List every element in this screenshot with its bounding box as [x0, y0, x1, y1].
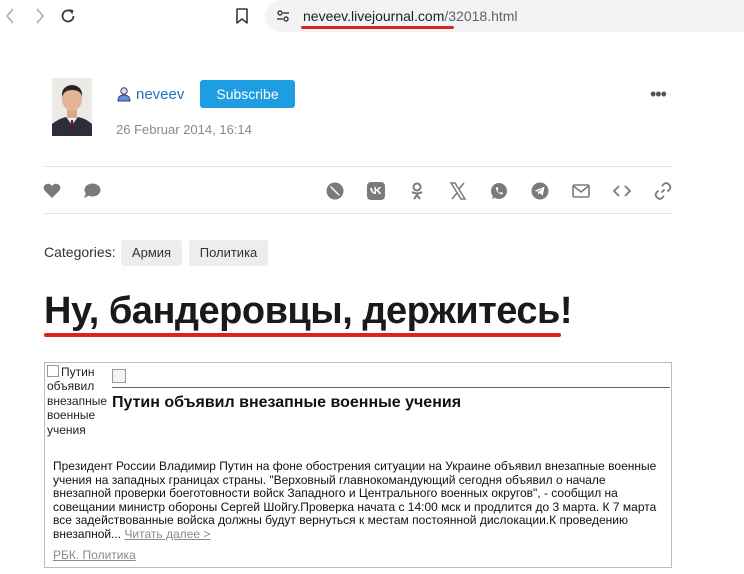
user-icon — [117, 87, 131, 102]
bookmark-button[interactable] — [234, 7, 250, 25]
telegram-icon[interactable] — [530, 181, 550, 201]
divider — [44, 213, 672, 214]
heart-icon[interactable] — [42, 181, 62, 201]
url-path: /32018.html — [444, 8, 518, 24]
broken-image-icon — [47, 365, 59, 377]
avatar-photo — [52, 78, 92, 136]
forward-button[interactable] — [30, 6, 50, 26]
post-title: Ну, бандеровцы, держитесь! — [44, 290, 573, 332]
vk-icon[interactable] — [366, 181, 386, 201]
post-date: 26 Februar 2014, 16:14 — [116, 122, 252, 137]
whatsapp-icon[interactable] — [489, 181, 509, 201]
url-text[interactable]: neveev.livejournal.com/32018.html — [303, 8, 518, 24]
category-tag[interactable]: Армия — [121, 240, 182, 266]
email-icon[interactable] — [571, 181, 591, 201]
author-row: neveev — [116, 84, 184, 104]
more-options-button[interactable]: ••• — [650, 84, 668, 104]
embedded-news-card: Путин объявил внезапные военные учения П… — [44, 362, 672, 568]
categories-label: Categories: — [44, 244, 116, 260]
browser-toolbar: neveev.livejournal.com/32018.html — [0, 0, 744, 34]
divider — [44, 166, 672, 167]
author-name[interactable]: neveev — [136, 86, 184, 103]
url-host: neveev.livejournal.com — [303, 8, 445, 24]
livejournal-icon[interactable] — [325, 181, 345, 201]
divider — [112, 387, 670, 388]
forward-arrow-icon — [36, 8, 45, 24]
broken-image-icon — [112, 369, 126, 383]
back-arrow-icon — [5, 8, 14, 24]
site-settings-icon[interactable] — [275, 8, 291, 24]
bookmark-icon — [236, 8, 248, 24]
read-more-link[interactable]: Читать далее > — [124, 527, 210, 541]
news-body: Президент России Владимир Путин на фоне … — [53, 459, 665, 542]
address-bar[interactable]: neveev.livejournal.com/32018.html — [265, 0, 744, 32]
news-source-link[interactable]: РБК. Политика — [53, 548, 136, 562]
subscribe-button[interactable]: Subscribe — [200, 80, 295, 108]
comment-icon[interactable] — [82, 181, 102, 201]
category-tag[interactable]: Политика — [189, 240, 268, 266]
news-headline[interactable]: Путин объявил внезапные военные учения — [112, 394, 461, 412]
url-highlight-underline — [301, 26, 454, 29]
back-button[interactable] — [0, 6, 20, 26]
reload-button[interactable] — [58, 6, 78, 26]
x-icon[interactable] — [448, 181, 468, 201]
embed-icon[interactable] — [612, 181, 632, 201]
avatar[interactable] — [52, 78, 92, 136]
reload-icon — [61, 9, 75, 23]
odnoklassniki-icon[interactable] — [407, 181, 427, 201]
news-image-alt[interactable]: Путин объявил внезапные военные учения — [47, 365, 109, 437]
title-highlight-underline — [44, 333, 561, 337]
link-icon[interactable] — [653, 181, 673, 201]
